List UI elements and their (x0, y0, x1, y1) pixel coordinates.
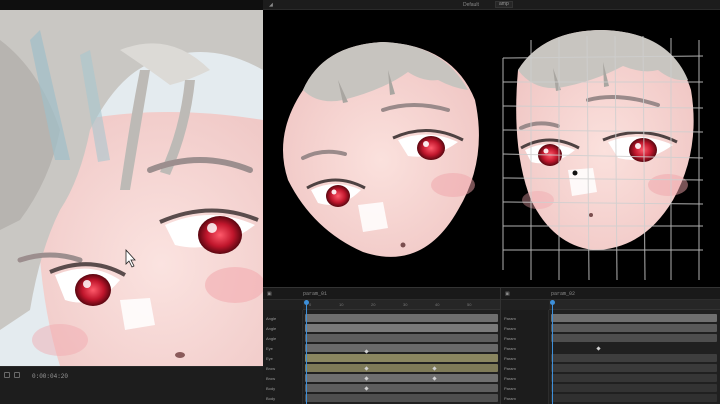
track-name[interactable]: Param (504, 336, 516, 341)
track-list-right: Param Param Param Param Param Param Para… (501, 310, 549, 404)
track-bar[interactable] (551, 334, 717, 342)
track-name[interactable]: Param (504, 386, 516, 391)
track-name[interactable]: Param (504, 396, 516, 401)
timeline-left-header: ▣ param_01 (263, 288, 500, 300)
playhead-right[interactable] (552, 300, 553, 404)
model-art (283, 30, 704, 281)
track-name[interactable]: Eye (266, 346, 273, 351)
character-closeup-illustration (0, 10, 263, 366)
track-name[interactable]: Angle (266, 336, 276, 341)
track-bar[interactable] (551, 314, 717, 322)
head-mesh-a (283, 42, 479, 257)
timeline-icon: ▣ (267, 291, 272, 297)
model-canvas[interactable] (263, 10, 720, 287)
canvas-viewport[interactable]: ◢ Default amp (263, 0, 720, 287)
timecode-display: 0:00:04:20 (32, 373, 69, 380)
reference-panel-header (0, 0, 263, 10)
track-name[interactable]: Eye (266, 356, 273, 361)
track-bar[interactable] (551, 354, 717, 362)
playhead-handle[interactable] (304, 300, 309, 305)
track-bar[interactable] (305, 374, 498, 382)
ruler-tick: 40 (435, 302, 440, 307)
ruler-tick: 50 (467, 302, 472, 307)
track-bar[interactable] (551, 384, 717, 392)
timeline-right-label: param_02 (551, 291, 576, 297)
track-name[interactable]: Param (504, 366, 516, 371)
ruler-tick: 30 (403, 302, 408, 307)
track-name[interactable]: Param (504, 356, 516, 361)
ruler-tick: 10 (339, 302, 344, 307)
track-name[interactable]: Brow (266, 366, 275, 371)
timeline-panel: ▣ param_01 Angle Angle Angle Eye Eye Bro… (263, 287, 720, 404)
playhead-handle[interactable] (550, 300, 555, 305)
keyframe[interactable] (364, 349, 369, 354)
viewport-tab-default[interactable]: Default (463, 2, 479, 8)
timeline-ruler-right[interactable] (549, 300, 720, 310)
track-list-left: Angle Angle Angle Eye Eye Brow Brow Body… (263, 310, 303, 404)
track-bar[interactable] (305, 344, 498, 352)
timeline-right: ▣ param_02 Param Param Param Param Param… (500, 288, 720, 404)
ruler-tick: 20 (371, 302, 376, 307)
reference-panel-footer: 0:00:04:20 (0, 366, 263, 404)
track-name[interactable]: Param (504, 346, 516, 351)
keyframe[interactable] (596, 346, 601, 351)
reference-panel: 0:00:04:20 (0, 0, 263, 404)
track-bar[interactable] (305, 354, 498, 362)
track-name[interactable]: Param (504, 376, 516, 381)
track-name[interactable]: Angle (266, 326, 276, 331)
track-bar[interactable] (305, 384, 498, 392)
head-mesh-b (516, 30, 694, 250)
track-bar[interactable] (551, 394, 717, 402)
viewport-toolbar: ◢ Default amp (263, 0, 720, 10)
record-icon[interactable] (4, 372, 10, 378)
app-window: 0:00:04:20 ◢ Default amp ▣ param_01 Angl… (0, 0, 720, 404)
track-bar[interactable] (551, 374, 717, 382)
playhead-left[interactable] (306, 300, 307, 404)
track-name[interactable]: Body (266, 386, 275, 391)
ruler-tick: 0 (309, 302, 312, 307)
viewport-expand-icon[interactable]: ◢ (269, 2, 273, 8)
timeline-icon: ▣ (505, 291, 510, 297)
track-bar[interactable] (305, 364, 498, 372)
track-name[interactable]: Brow (266, 376, 275, 381)
timeline-left: ▣ param_01 Angle Angle Angle Eye Eye Bro… (263, 288, 500, 404)
reference-image (0, 10, 263, 366)
viewport-dropdown[interactable]: amp (495, 1, 513, 8)
track-bar[interactable] (305, 394, 498, 402)
track-bar[interactable] (305, 314, 498, 322)
track-bar[interactable] (551, 324, 717, 332)
track-name[interactable]: Param (504, 316, 516, 321)
play-icon[interactable] (14, 372, 20, 378)
timeline-left-label: param_01 (303, 291, 328, 297)
track-bar[interactable] (305, 334, 498, 342)
track-name[interactable]: Body (266, 396, 275, 401)
track-name[interactable]: Angle (266, 316, 276, 321)
track-bar[interactable] (551, 364, 717, 372)
timeline-right-header: ▣ param_02 (501, 288, 720, 300)
timeline-ruler-left[interactable]: 0 10 20 30 40 50 (303, 300, 500, 310)
track-bar[interactable] (305, 324, 498, 332)
track-name[interactable]: Param (504, 326, 516, 331)
